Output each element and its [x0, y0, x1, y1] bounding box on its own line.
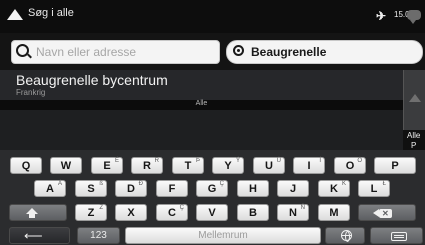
- keyboard-icon: [391, 232, 407, 241]
- scrollbar[interactable]: [403, 70, 425, 138]
- back-arrow-icon: ⟵: [24, 228, 43, 243]
- search-scope-title[interactable]: Søg i alle: [28, 7, 74, 19]
- back-key[interactable]: ⟵: [9, 227, 70, 244]
- navigation-arrow-icon[interactable]: [7, 9, 23, 20]
- key-f[interactable]: F: [156, 180, 188, 197]
- key-v[interactable]: V: [196, 204, 228, 221]
- location-field[interactable]: Beaugrenelle: [226, 40, 423, 64]
- backspace-icon: [373, 206, 392, 222]
- key-o[interactable]: OÓ: [334, 157, 366, 174]
- filter-label: Alle: [195, 100, 208, 107]
- shift-arrow-icon: [26, 208, 38, 218]
- onscreen-keyboard: Q W EÉ RR TÞ YÝ UÚ IÍ OÓ P AÁ Sß DÐ F GÇ…: [0, 150, 425, 245]
- key-e[interactable]: EÉ: [91, 157, 123, 174]
- key-s[interactable]: Sß: [75, 180, 107, 197]
- key-k[interactable]: KK: [318, 180, 350, 197]
- key-u[interactable]: UÚ: [253, 157, 285, 174]
- key-r[interactable]: RR: [131, 157, 163, 174]
- filter-row[interactable]: Alle: [0, 100, 403, 110]
- key-l[interactable]: LŁ: [358, 180, 390, 197]
- key-q[interactable]: Q: [10, 157, 42, 174]
- key-h[interactable]: H: [237, 180, 269, 197]
- result-name: Beaugrenelle bycentrum: [16, 72, 168, 88]
- category-label: Alle: [407, 131, 421, 140]
- space-key[interactable]: Mellemrum: [125, 227, 321, 244]
- backspace-key[interactable]: [358, 204, 416, 222]
- key-w[interactable]: W: [50, 157, 82, 174]
- key-a[interactable]: AÁ: [34, 180, 66, 197]
- search-placeholder: Navn eller adresse: [36, 45, 137, 59]
- shift-key[interactable]: [9, 204, 67, 221]
- search-input[interactable]: Navn eller adresse: [11, 40, 220, 64]
- key-x[interactable]: X: [115, 204, 147, 221]
- category-label-second: P: [411, 141, 417, 150]
- message-icon[interactable]: [407, 10, 421, 24]
- key-j[interactable]: J: [277, 180, 309, 197]
- location-label: Beaugrenelle: [251, 45, 327, 59]
- key-d[interactable]: DÐ: [115, 180, 147, 197]
- numbers-key[interactable]: 123: [77, 227, 120, 244]
- globe-icon: [341, 230, 352, 242]
- key-i[interactable]: IÍ: [293, 157, 325, 174]
- key-b[interactable]: B: [237, 204, 269, 221]
- key-p[interactable]: P: [374, 157, 416, 174]
- key-z[interactable]: ZZ: [75, 204, 107, 221]
- list-item[interactable]: Beaugrenelle bycentrum Frankrig: [0, 70, 403, 100]
- top-bar: Søg i alle ✈ 15.00: [0, 0, 425, 33]
- key-m[interactable]: M: [318, 204, 350, 221]
- location-icon: [233, 45, 244, 56]
- satellite-icon: ✈: [376, 9, 387, 23]
- key-c[interactable]: CÇ: [156, 204, 188, 221]
- key-y[interactable]: YÝ: [212, 157, 244, 174]
- keyboard-layout-key[interactable]: [370, 227, 423, 244]
- key-t[interactable]: TÞ: [172, 157, 204, 174]
- scroll-up-icon[interactable]: [409, 94, 421, 102]
- language-key[interactable]: [325, 227, 365, 244]
- category-button[interactable]: Alle P: [403, 130, 425, 150]
- key-n[interactable]: NÑ: [277, 204, 309, 221]
- key-g[interactable]: GÇ: [196, 180, 228, 197]
- results-list-area: [0, 110, 403, 150]
- search-icon: [16, 44, 29, 57]
- result-country: Frankrig: [16, 88, 46, 97]
